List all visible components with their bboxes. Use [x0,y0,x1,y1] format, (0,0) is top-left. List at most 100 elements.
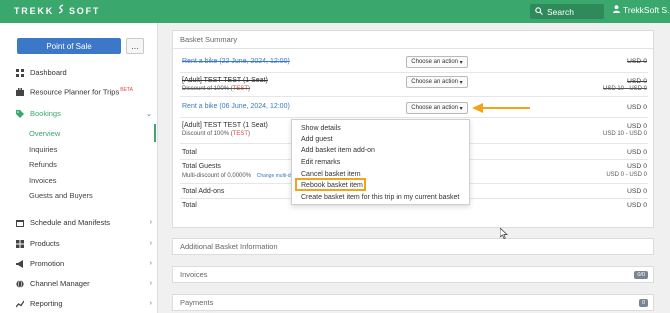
discount-text: Discount of 100% ( [182,86,233,92]
row-divider [180,117,648,118]
calendar-icon [16,219,24,227]
sidebar-subitem-invoices[interactable]: Invoices [29,176,57,185]
row-divider [180,96,648,97]
discount-close: ) [248,131,251,137]
sidebar-subitem-inquiries[interactable]: Inquiries [29,145,57,154]
discount-text: Discount of 100% ( [182,131,233,137]
choose-action-label: Choose an action [411,105,458,111]
user-name: TrekkSoft S. [623,5,670,15]
grid-icon [16,239,24,248]
sidebar-item-channel-manager[interactable]: Channel Manager › [16,279,156,288]
sidebar-item-bookings[interactable]: Bookings ⌄ [16,109,156,118]
basket-summary-title: Basket Summary [180,35,238,44]
action-dropdown-menu: Show details Add guest Add basket item a… [291,119,470,205]
sidebar-item-dashboard[interactable]: Dashboard [16,68,156,77]
logo-text-left: TREKK [14,5,54,16]
megaphone-icon [16,259,24,268]
search-button[interactable]: Search [530,4,604,19]
total-addons-price: USD 0 [626,188,647,195]
chevron-right-icon: › [149,280,152,287]
choose-action-dropdown[interactable]: Choose an action ▾ [406,56,468,68]
basket-item-title[interactable]: Rent a bike (06 June, 2024, 12:00) [182,103,290,110]
trekksoft-logo[interactable]: TREKK SOFT [14,4,100,17]
payments-title: Payments [180,298,214,307]
total-guests-price: USD 0 [626,163,647,170]
basket-item-price: USD 0 [626,123,647,130]
logo-mark-icon [57,4,66,17]
grand-total-label: Total [182,202,197,209]
sidebar-item-promotion[interactable]: Promotion › [16,259,156,268]
sidebar-item-reporting[interactable]: Reporting › [16,299,156,308]
search-label: Search [547,6,574,17]
chevron-down-icon: ⌄ [146,110,152,118]
payments-count-badge: 0 [638,299,648,307]
choose-action-label: Choose an action [411,59,458,65]
basket-item-title: [Adult] TEST TEST (1 Seat) [182,122,268,129]
discount-close: ) [248,86,251,92]
logo-text-right: SOFT [69,5,101,16]
sidebar: Point of Sale ... Dashboard Resource Pla… [0,23,158,313]
sidebar-item-label: Bookings [30,109,61,118]
sidebar-subitem-overview[interactable]: Overview [29,129,60,138]
basket-item-title[interactable]: Rent a bike (22 June, 2024, 12:00) [182,58,290,65]
choose-action-dropdown[interactable]: Choose an action ▾ [406,76,468,88]
menu-item-cancel-basket-item[interactable]: Cancel basket item [301,171,361,178]
invoices-panel[interactable]: Invoices 0/0 [172,266,654,283]
rebook-highlight-box [295,178,366,191]
total-label: Total [182,149,197,156]
additional-info-panel[interactable]: Additional Basket Information [172,238,654,255]
tag-icon [16,109,24,118]
active-indicator [154,124,156,142]
basket-item-title: [Adult] TEST TEST (1 Seat) [182,77,268,84]
choose-action-dropdown[interactable]: Choose an action ▾ [406,102,468,114]
sidebar-item-label: Channel Manager [30,279,90,288]
basket-item-price: USD 0 [626,78,647,85]
payments-panel[interactable]: Payments 0 [172,294,654,311]
sidebar-subitem-refunds[interactable]: Refunds [29,160,57,169]
sidebar-item-label: Products [30,239,60,248]
total-price: USD 0 [626,149,647,156]
sidebar-item-products[interactable]: Products › [16,239,156,248]
basket-item-price-detail: USD 10 - USD 0 [602,131,647,137]
total-guests-label: Total Guests [182,163,221,170]
menu-item-add-addon[interactable]: Add basket item add-on [301,147,375,154]
test-tag: TEST [232,131,249,137]
total-addons-label: Total Add-ons [182,188,225,195]
briefcase-icon [16,87,24,96]
additional-info-title: Additional Basket Information [180,242,278,251]
grand-total-price: USD 0 [626,202,647,209]
basket-item-price-detail: USD 10 - USD 0 [602,86,647,92]
top-bar: TREKK SOFT Search TrekkSoft S. [0,0,670,23]
sidebar-item-schedule[interactable]: Schedule and Manifests › [16,218,156,227]
more-options-button[interactable]: ... [126,38,144,54]
basket-item-price: USD 0 [626,58,647,65]
invoices-title: Invoices [180,270,208,279]
invoices-count-badge: 0/0 [634,271,648,279]
pointer-arrow-icon [472,103,530,113]
multi-discount-text: Multi-discount of 0.0000% [182,173,252,179]
menu-item-add-guest[interactable]: Add guest [301,136,333,143]
menu-item-create-basket-item[interactable]: Create basket item for this trip in my c… [301,194,459,201]
sidebar-item-label: Dashboard [30,68,67,77]
user-icon [613,5,620,15]
row-divider [180,72,648,73]
mouse-cursor-icon [499,227,508,241]
beta-badge: BETA [120,87,133,93]
chevron-right-icon: › [149,260,152,267]
total-guests-price-detail: USD 0 - USD 0 [606,172,647,178]
menu-item-show-details[interactable]: Show details [301,125,341,132]
sidebar-item-label: Promotion [30,259,65,268]
sidebar-subitem-guests-and-buyers[interactable]: Guests and Buyers [29,191,93,200]
user-menu-button[interactable]: TrekkSoft S. [613,5,669,15]
basket-summary-header: Basket Summary [173,31,653,49]
pos-row: Point of Sale ... [17,38,144,54]
basket-item-price: USD 0 [626,104,647,111]
sidebar-item-label: Reporting [30,299,63,308]
point-of-sale-button[interactable]: Point of Sale [17,38,121,54]
resource-planner-label: Resource Planner for Trips [30,87,120,97]
search-icon [535,6,543,17]
sidebar-item-label: Resource Planner for TripsBETA [30,87,133,97]
menu-item-edit-remarks[interactable]: Edit remarks [301,159,340,166]
test-tag: TEST [232,86,249,92]
sidebar-item-resource-planner[interactable]: Resource Planner for TripsBETA [16,87,156,97]
